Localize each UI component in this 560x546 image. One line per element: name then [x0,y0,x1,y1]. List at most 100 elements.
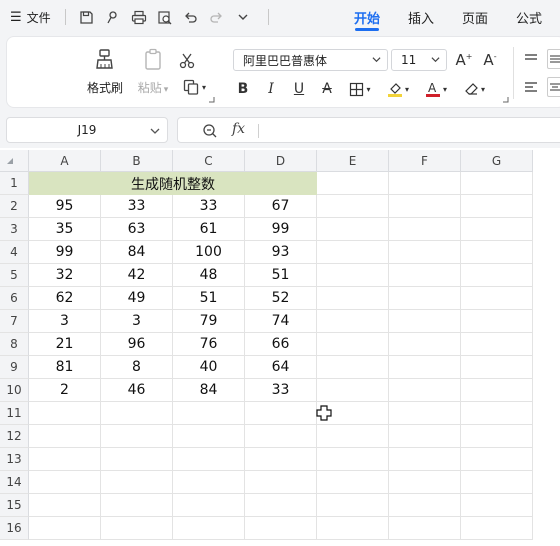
font-color-button[interactable]: A ▾ [421,81,451,97]
print-preview-icon[interactable] [156,8,174,26]
column-header-c[interactable]: C [173,150,245,172]
column-header-a[interactable]: A [29,150,101,172]
cell-c4[interactable]: 100 [173,241,245,264]
fx-icon[interactable]: fx [232,121,245,137]
cell-c9[interactable]: 40 [173,356,245,379]
cell-a12[interactable] [29,425,101,448]
cell-d11[interactable] [245,402,317,425]
cell-a16[interactable] [29,517,101,540]
cell-g1[interactable] [461,172,533,195]
cell-e13[interactable] [317,448,389,471]
row-header-1[interactable]: 1 [0,172,29,195]
cell-f9[interactable] [389,356,461,379]
tab-insert[interactable]: 插入 [408,0,434,34]
cell-a11[interactable] [29,402,101,425]
cell-d7[interactable]: 74 [245,310,317,333]
strikethrough-icon[interactable]: A [317,81,337,97]
cell-f7[interactable] [389,310,461,333]
cell-g5[interactable] [461,264,533,287]
align-left-icon[interactable] [523,79,539,95]
cell-g2[interactable] [461,195,533,218]
cell-f12[interactable] [389,425,461,448]
undo-icon[interactable] [182,8,200,26]
cell-g3[interactable] [461,218,533,241]
cell-f8[interactable] [389,333,461,356]
align-top-icon[interactable] [523,51,539,67]
paste-button[interactable]: 粘贴 ▾ [131,47,175,96]
print-icon[interactable] [130,8,148,26]
cell-b6[interactable]: 49 [101,287,173,310]
cell-g13[interactable] [461,448,533,471]
cell-d2[interactable]: 67 [245,195,317,218]
cell-g16[interactable] [461,517,533,540]
cell-a7[interactable]: 3 [29,310,101,333]
row-header-16[interactable]: 16 [0,517,29,540]
cell-e4[interactable] [317,241,389,264]
row-header-14[interactable]: 14 [0,471,29,494]
name-box[interactable]: J19 [6,117,168,143]
cell-c12[interactable] [173,425,245,448]
cell-b10[interactable]: 46 [101,379,173,402]
row-header-5[interactable]: 5 [0,264,29,287]
row-header-10[interactable]: 10 [0,379,29,402]
cell-g14[interactable] [461,471,533,494]
cell-e9[interactable] [317,356,389,379]
cell-g11[interactable] [461,402,533,425]
row-header-6[interactable]: 6 [0,287,29,310]
cell-f3[interactable] [389,218,461,241]
cell-d9[interactable]: 64 [245,356,317,379]
cell-g7[interactable] [461,310,533,333]
cell-b9[interactable]: 8 [101,356,173,379]
cell-a6[interactable]: 62 [29,287,101,310]
format-painter-button[interactable]: 格式刷 [83,47,127,96]
row-header-9[interactable]: 9 [0,356,29,379]
cell-c8[interactable]: 76 [173,333,245,356]
cell-a9[interactable]: 81 [29,356,101,379]
row-header-11[interactable]: 11 [0,402,29,425]
cell-g8[interactable] [461,333,533,356]
cell-b4[interactable]: 84 [101,241,173,264]
clear-format-button[interactable]: ▾ [459,81,489,97]
cell-f11[interactable] [389,402,461,425]
cell-b14[interactable] [101,471,173,494]
cell-a13[interactable] [29,448,101,471]
cell-a15[interactable] [29,494,101,517]
cell-b13[interactable] [101,448,173,471]
cell-d16[interactable] [245,517,317,540]
save-icon[interactable] [78,8,96,26]
cell-e8[interactable] [317,333,389,356]
format-brush-quick-icon[interactable] [104,8,122,26]
cell-f16[interactable] [389,517,461,540]
cell-a3[interactable]: 35 [29,218,101,241]
cell-f1[interactable] [389,172,461,195]
cell-c6[interactable]: 51 [173,287,245,310]
row-header-8[interactable]: 8 [0,333,29,356]
cell-f5[interactable] [389,264,461,287]
cell-a5[interactable]: 32 [29,264,101,287]
chevron-down-icon[interactable] [234,8,252,26]
cell-g6[interactable] [461,287,533,310]
cell-c2[interactable]: 33 [173,195,245,218]
bold-icon[interactable]: B [233,81,253,97]
decrease-font-icon[interactable]: A- [481,50,499,70]
cell-c7[interactable]: 79 [173,310,245,333]
column-header-d[interactable]: D [245,150,317,172]
cell-c13[interactable] [173,448,245,471]
align-middle-icon[interactable] [547,49,560,69]
cell-c3[interactable]: 61 [173,218,245,241]
cell-g9[interactable] [461,356,533,379]
cell-a4[interactable]: 99 [29,241,101,264]
cell-e15[interactable] [317,494,389,517]
cell-b11[interactable] [101,402,173,425]
tab-formula[interactable]: 公式 [516,0,542,34]
cell-c16[interactable] [173,517,245,540]
row-header-15[interactable]: 15 [0,494,29,517]
row-header-12[interactable]: 12 [0,425,29,448]
cut-icon[interactable] [177,51,197,71]
cell-e5[interactable] [317,264,389,287]
cell-e1[interactable] [317,172,389,195]
cell-d15[interactable] [245,494,317,517]
column-header-b[interactable]: B [101,150,173,172]
file-menu[interactable]: ☰ 文件 [0,9,51,26]
cell-a14[interactable] [29,471,101,494]
